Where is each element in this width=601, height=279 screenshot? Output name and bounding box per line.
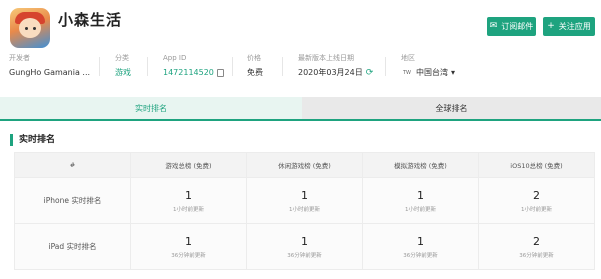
rank-cell[interactable]: 2 36分钟前更新	[478, 223, 595, 270]
follow-app-label: 关注应用	[558, 22, 591, 31]
follow-app-button[interactable]: + 关注应用	[543, 17, 595, 36]
rank-updated: 36分钟前更新	[171, 252, 206, 259]
rank-updated: 1小时前更新	[405, 206, 436, 213]
rank-value: 1	[185, 234, 192, 248]
row-label: iPad 实时排名	[14, 223, 131, 270]
column-header: #	[14, 152, 131, 178]
meta-price: 价格 免费	[247, 53, 263, 79]
release-date-value: 2020年03月24日	[298, 68, 363, 77]
release-date-label: 最新版本上线日期	[298, 54, 354, 62]
row-label: iPhone 实时排名	[14, 177, 131, 224]
app-title: 小森生活	[58, 11, 123, 29]
rank-cell[interactable]: 2 1小时前更新	[478, 177, 595, 224]
app-icon-face	[19, 18, 41, 38]
column-header: 游戏总榜 (免费)	[130, 152, 247, 178]
divider	[385, 57, 386, 76]
meta-developer: 开发者 GungHo Gamania ...	[9, 53, 90, 79]
caret-down-icon: ▾	[451, 68, 456, 77]
refresh-icon[interactable]: ⟳	[366, 67, 374, 79]
rank-updated: 1小时前更新	[521, 206, 552, 213]
subscribe-email-button[interactable]: ✉ 订阅邮件	[487, 17, 536, 36]
rank-updated: 1小时前更新	[173, 206, 204, 213]
rank-value: 2	[533, 188, 540, 202]
plus-icon: +	[547, 21, 555, 31]
meta-region: 地区 TW 中国台湾 ▾	[401, 53, 455, 79]
tab-realtime-rank[interactable]: 实时排名	[0, 97, 302, 119]
rank-value: 1	[417, 188, 424, 202]
price-label: 价格	[247, 54, 261, 62]
mail-icon: ✉	[489, 21, 498, 31]
region-selector[interactable]: TW 中国台湾 ▾	[401, 67, 455, 79]
rank-cell[interactable]: 1 36分钟前更新	[130, 223, 247, 270]
table-header-row: # 游戏总榜 (免费) 休闲游戏榜 (免费) 模拟游戏榜 (免费) iOS10总…	[14, 152, 595, 178]
rank-updated: 1小时前更新	[289, 206, 320, 213]
rank-value: 1	[301, 188, 308, 202]
app-icon-eye	[33, 27, 36, 30]
section-title: 实时排名	[10, 134, 55, 146]
rank-cell[interactable]: 1 1小时前更新	[130, 177, 247, 224]
rank-value: 1	[185, 188, 192, 202]
divider	[282, 57, 283, 76]
region-flag: TW	[403, 70, 411, 76]
appid-value[interactable]: 1472114520	[163, 67, 214, 79]
divider	[99, 57, 100, 76]
meta-appid: App ID 1472114520	[163, 53, 224, 79]
divider	[232, 57, 233, 76]
rank-cell[interactable]: 1 36分钟前更新	[362, 223, 479, 270]
meta-release-date: 最新版本上线日期 2020年03月24日 ⟳	[298, 53, 373, 79]
column-header: 休闲游戏榜 (免费)	[246, 152, 363, 178]
category-label: 分类	[115, 54, 129, 62]
rank-value: 2	[533, 234, 540, 248]
app-icon-eye	[25, 27, 28, 30]
rank-cell[interactable]: 1 36分钟前更新	[246, 223, 363, 270]
rank-cell[interactable]: 1 1小时前更新	[246, 177, 363, 224]
rank-value: 1	[417, 234, 424, 248]
divider	[147, 57, 148, 76]
price-value: 免费	[247, 68, 263, 77]
rank-updated: 36分钟前更新	[403, 252, 438, 259]
column-header: iOS10总榜 (免费)	[478, 152, 595, 178]
subscribe-email-label: 订阅邮件	[501, 22, 534, 31]
developer-value[interactable]: GungHo Gamania ...	[9, 67, 90, 79]
region-label: 地区	[401, 54, 415, 62]
table-row: iPhone 实时排名 1 1小时前更新 1 1小时前更新 1 1小时前更新 2…	[14, 177, 595, 224]
copy-icon[interactable]	[216, 69, 224, 77]
table-row: iPad 实时排名 1 36分钟前更新 1 36分钟前更新 1 36分钟前更新 …	[14, 223, 595, 270]
release-date-row: 2020年03月24日 ⟳	[298, 67, 373, 79]
appid-row: 1472114520	[163, 67, 224, 79]
column-header: 模拟游戏榜 (免费)	[362, 152, 479, 178]
rank-value: 1	[301, 234, 308, 248]
meta-category: 分类 游戏	[115, 53, 131, 79]
appid-label: App ID	[163, 54, 187, 62]
category-value[interactable]: 游戏	[115, 67, 131, 79]
tab-global-rank[interactable]: 全球排名	[302, 97, 601, 119]
developer-label: 开发者	[9, 54, 30, 62]
app-icon	[10, 8, 50, 48]
ranking-table: # 游戏总榜 (免费) 休闲游戏榜 (免费) 模拟游戏榜 (免费) iOS10总…	[14, 152, 595, 270]
rank-cell[interactable]: 1 1小时前更新	[362, 177, 479, 224]
ranking-tabs: 实时排名 全球排名	[0, 97, 601, 121]
rank-updated: 36分钟前更新	[519, 252, 554, 259]
rank-updated: 36分钟前更新	[287, 252, 322, 259]
region-value: 中国台湾	[416, 68, 448, 77]
